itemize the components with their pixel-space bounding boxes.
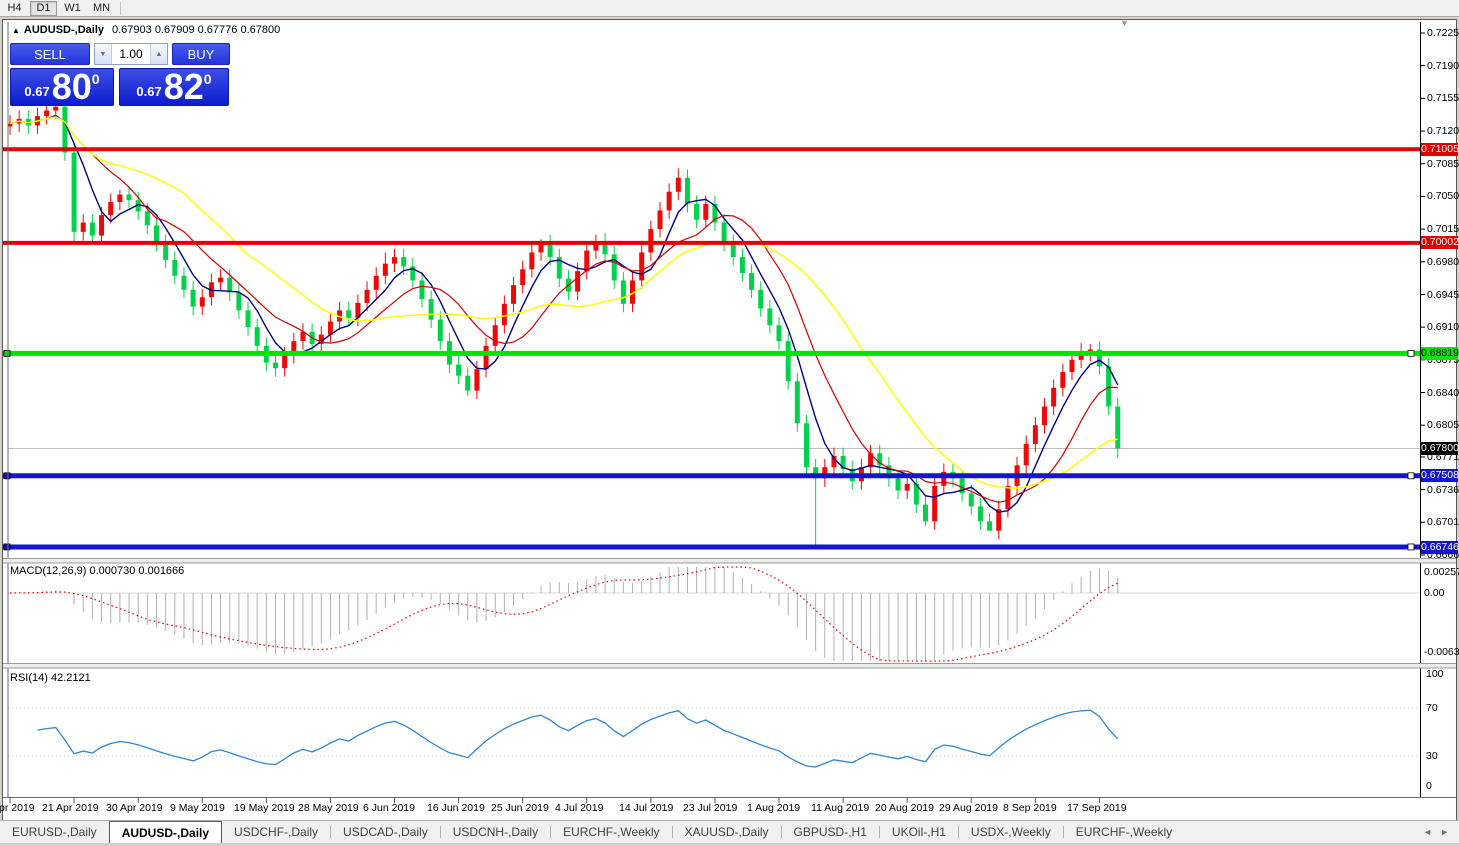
- sell-price-sup: 0: [92, 71, 100, 87]
- price-axis-tick: 0.72250: [1427, 27, 1459, 39]
- sell-price-panel[interactable]: 0.67 80 0: [10, 68, 114, 106]
- ohlc-quote: 0.67903 0.67909 0.67776 0.67800: [112, 24, 280, 36]
- chart-canvas[interactable]: [0, 0, 1459, 846]
- tab-scroll-left-icon[interactable]: ◄: [1419, 827, 1436, 837]
- level-price-badge: 0.66746: [1421, 541, 1458, 554]
- buy-price-prefix: 0.67: [136, 84, 161, 99]
- level-price-badge: 0.71005: [1421, 143, 1458, 156]
- line-handle[interactable]: [1408, 544, 1414, 550]
- chart-tab-usdcad-daily[interactable]: USDCAD-,Daily: [331, 821, 440, 843]
- macd-label: MACD(12,26,9) 0.000730 0.001666: [10, 565, 184, 577]
- macd-axis-tick: -0.00632: [1424, 646, 1459, 658]
- buy-price-sup: 0: [204, 71, 212, 87]
- line-handle[interactable]: [1408, 350, 1414, 356]
- date-axis-tick: 11 Aug 2019: [811, 802, 881, 814]
- volume-stepper: ▼ ▲: [94, 43, 168, 65]
- price-axis-tick: 0.70850: [1427, 158, 1459, 170]
- price-axis-tick: 0.71550: [1427, 92, 1459, 104]
- chart-shift-end-icon[interactable]: ▼: [1120, 18, 1129, 28]
- application-window: H4 D1 W1 MN ▲AUDUSD-,Daily0.67903 0.6790…: [0, 0, 1459, 846]
- chart-tab-eurusd-daily[interactable]: EURUSD-,Daily: [0, 821, 109, 843]
- chart-tab-eurchf-weekly[interactable]: EURCHF-,Weekly: [551, 821, 671, 843]
- sell-price-big: 80: [52, 71, 92, 103]
- rsi-label: RSI(14) 42.2121: [10, 672, 91, 684]
- date-axis-tick: 17 Sep 2019: [1067, 802, 1137, 814]
- date-axis-tick: 9 May 2019: [170, 802, 240, 814]
- price-axis-tick: 0.71200: [1427, 125, 1459, 137]
- chart-tab-bar: EURUSD-,DailyAUDUSD-,DailyUSDCHF-,DailyU…: [0, 820, 1459, 843]
- rsi-axis-tick: 0: [1426, 780, 1432, 792]
- level-price-badge: 0.67508: [1421, 469, 1458, 482]
- chart-tab-usdchf-daily[interactable]: USDCHF-,Daily: [222, 821, 330, 843]
- date-axis-tick: 6 Jun 2019: [363, 802, 433, 814]
- date-axis-tick: 30 Apr 2019: [106, 802, 176, 814]
- macd-axis-tick: 0.00: [1424, 587, 1444, 599]
- chart-tab-usdx-weekly[interactable]: USDX-,Weekly: [959, 821, 1063, 843]
- volume-input[interactable]: [112, 44, 150, 64]
- sell-price-prefix: 0.67: [24, 84, 49, 99]
- price-axis-tick: 0.70500: [1427, 190, 1459, 202]
- price-axis-tick: 0.70150: [1427, 223, 1459, 235]
- price-axis-tick: 0.67010: [1427, 516, 1459, 528]
- price-axis-tick: 0.68400: [1427, 387, 1459, 399]
- date-axis-tick: 19 May 2019: [234, 802, 304, 814]
- date-axis-tick: 29 Aug 2019: [939, 802, 1009, 814]
- level-lines[interactable]: [3, 149, 1421, 550]
- tab-scroll-arrows: ◄►: [1419, 821, 1459, 843]
- buy-price-big: 82: [164, 71, 204, 103]
- buy-button[interactable]: BUY: [172, 43, 230, 65]
- date-axis-tick: 23 Jul 2019: [683, 802, 753, 814]
- line-handle[interactable]: [4, 473, 10, 479]
- rsi-axis-tick: 30: [1426, 750, 1438, 762]
- date-axis-tick: 1 Aug 2019: [747, 802, 817, 814]
- volume-decrease-icon[interactable]: ▼: [95, 44, 112, 64]
- volume-increase-icon[interactable]: ▲: [150, 44, 167, 64]
- one-click-trading-panel: SELL ▼ ▲ BUY 0.67 80 0 0.67 82 0: [10, 43, 230, 106]
- chart-tab-eurchf-weekly[interactable]: EURCHF-,Weekly: [1064, 821, 1184, 843]
- chart-title: ▲ AUDUSD-,Daily 0.67903 0.67909 0.67776 0.…: [12, 24, 280, 36]
- price-axis-tick: 0.67360: [1427, 484, 1459, 496]
- date-axis-tick: 8 Sep 2019: [1003, 802, 1073, 814]
- tab-scroll-right-icon[interactable]: ►: [1436, 827, 1453, 837]
- date-axis-tick: 20 Aug 2019: [875, 802, 945, 814]
- line-handle[interactable]: [4, 544, 10, 550]
- symbol-arrow-icon: ▲: [12, 26, 20, 35]
- line-handle[interactable]: [1408, 473, 1414, 479]
- price-axis-tick: 0.68050: [1427, 419, 1459, 431]
- line-handle[interactable]: [4, 350, 10, 356]
- chart-tab-gbpusd-h1[interactable]: GBPUSD-,H1: [782, 821, 879, 843]
- sell-button[interactable]: SELL: [10, 43, 90, 65]
- level-price-badge: 0.70002: [1421, 236, 1458, 249]
- date-axis-tick: 28 May 2019: [298, 802, 368, 814]
- macd-histogram: [37, 567, 1117, 661]
- date-axis-tick: 14 Jul 2019: [619, 802, 689, 814]
- price-axis-tick: 0.71900: [1427, 60, 1459, 72]
- chart-tab-ukoil-h1[interactable]: UKOil-,H1: [880, 821, 958, 843]
- date-axis-tick: 10 Apr 2019: [0, 802, 48, 814]
- date-axis-tick: 21 Apr 2019: [42, 802, 112, 814]
- price-axis-tick: 0.69800: [1427, 256, 1459, 268]
- date-axis-tick: 4 Jul 2019: [555, 802, 625, 814]
- chart-tab-usdcnh-daily[interactable]: USDCNH-,Daily: [441, 821, 550, 843]
- price-axis-tick: 0.69100: [1427, 321, 1459, 333]
- level-price-badge: 0.68819: [1421, 347, 1458, 360]
- chart-tab-xauusd-daily[interactable]: XAUUSD-,Daily: [673, 821, 781, 843]
- macd-axis-tick: 0.002574: [1424, 566, 1459, 578]
- rsi-axis-tick: 70: [1426, 702, 1438, 714]
- buy-price-panel[interactable]: 0.67 82 0: [119, 68, 229, 106]
- rsi-axis-tick: 100: [1426, 668, 1444, 680]
- date-axis-tick: 16 Jun 2019: [427, 802, 497, 814]
- chart-tab-audusd-daily[interactable]: AUDUSD-,Daily: [109, 821, 222, 843]
- symbol-name: AUDUSD-,Daily: [24, 24, 104, 36]
- price-axis-tick: 0.69450: [1427, 289, 1459, 301]
- date-axis-tick: 25 Jun 2019: [491, 802, 561, 814]
- current-price-badge: 0.67800: [1421, 442, 1458, 455]
